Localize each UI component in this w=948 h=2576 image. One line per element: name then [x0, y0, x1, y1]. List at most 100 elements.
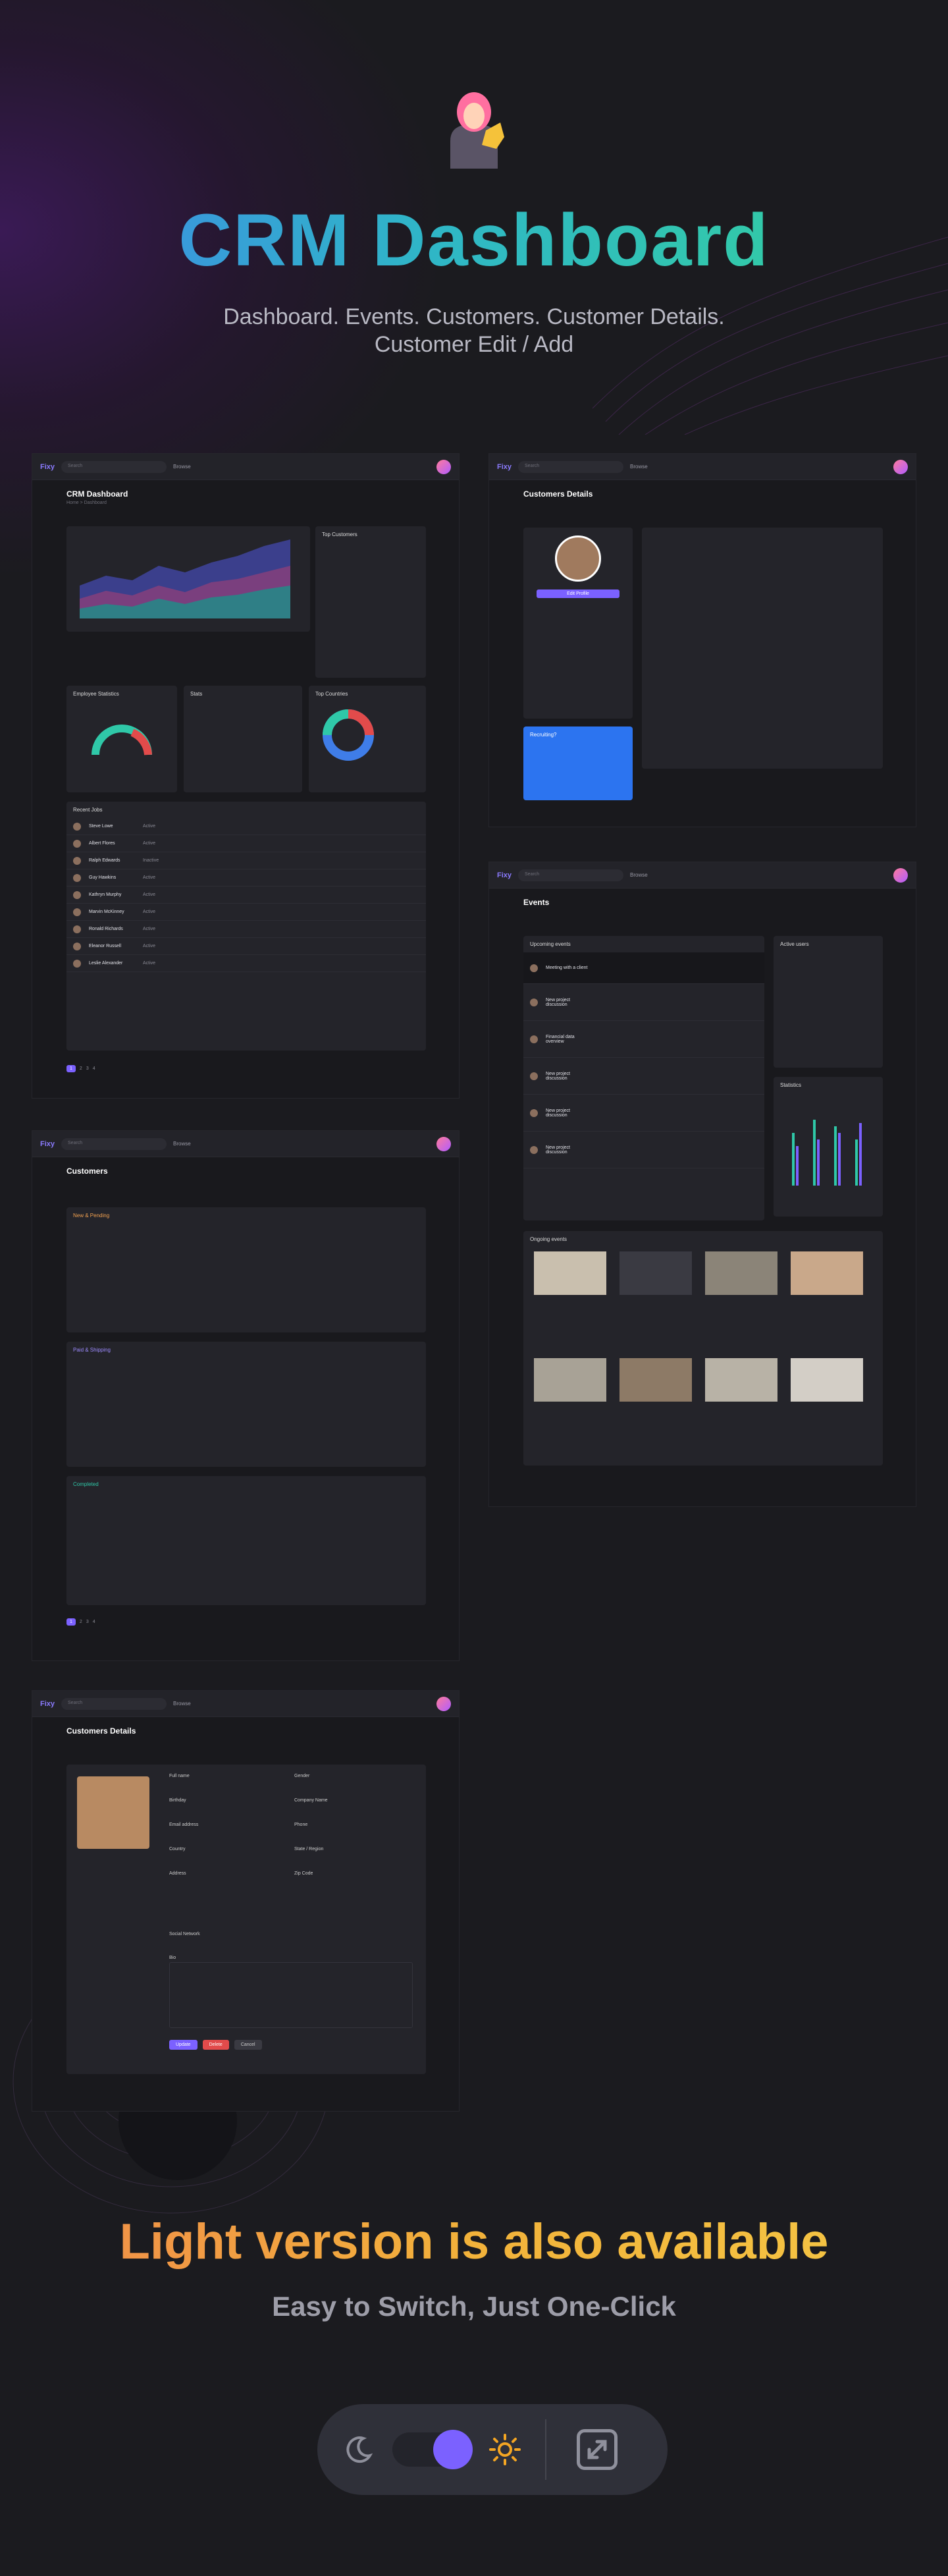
search-input[interactable]: Search [518, 460, 624, 473]
ongoing-events-panel: Ongoing events [523, 1231, 883, 1466]
stats-panel: Stats [184, 686, 302, 792]
field-label: Gender [294, 1774, 310, 1778]
breadcrumb[interactable]: Home > Dashboard [32, 499, 459, 505]
pagination[interactable]: 1234 [66, 1618, 95, 1626]
table-row[interactable]: Eleanor Russell Active [66, 938, 426, 955]
section-title: Completed [73, 1481, 99, 1487]
brand-logo[interactable]: Fixy [40, 463, 55, 471]
event-image[interactable] [619, 1358, 692, 1402]
avatar[interactable] [436, 459, 451, 474]
expand-icon[interactable] [577, 2429, 618, 2470]
hero-subtitle: Dashboard. Events. Customers. Customer D… [223, 304, 725, 357]
sun-icon[interactable] [488, 2433, 521, 2466]
section-title: Paid & Shipping [73, 1347, 111, 1353]
toggle-knob[interactable] [433, 2430, 473, 2469]
browse-button[interactable]: Browse [173, 1701, 191, 1707]
gauge-chart [92, 725, 152, 755]
section-title: New & Pending [73, 1213, 110, 1219]
field-label: Phone [294, 1822, 308, 1827]
field-label: Country [169, 1847, 186, 1851]
field-label: Zip Code [294, 1871, 313, 1876]
avatar[interactable] [436, 1136, 451, 1151]
banner-title: Recruiting? [530, 732, 557, 738]
profile-photo[interactable] [77, 1776, 149, 1849]
pagination[interactable]: 1234 [66, 1065, 95, 1072]
topbar: Fixy Search Browse [32, 1131, 459, 1157]
hero: CRM Dashboard Dashboard. Events. Custome… [0, 0, 948, 395]
event-image[interactable] [619, 1251, 692, 1295]
search-input[interactable]: Search [61, 1137, 167, 1150]
event-image[interactable] [705, 1251, 777, 1295]
delete-button[interactable]: Delete [202, 2040, 229, 2050]
field-label: Birthday [169, 1798, 186, 1803]
customer-details-screenshot: Fixy Search Browse Customers Details Edi… [488, 453, 916, 827]
event-item[interactable]: Financial data overview [523, 1021, 764, 1058]
light-version-title: Light version is also available [0, 2213, 948, 2270]
page-title: Customers Details [66, 1726, 136, 1736]
table-row[interactable]: Leslie Alexander Active [66, 955, 426, 972]
search-input[interactable]: Search [61, 460, 167, 473]
event-item[interactable]: New project discussion [523, 1058, 764, 1095]
dashboard-screenshot: Fixy Search Browse CRM Dashboard Home > … [32, 453, 460, 1099]
table-row[interactable]: Steve Lowe Active [66, 818, 426, 835]
theme-toggle[interactable] [392, 2430, 473, 2469]
panel-title: Employee Statistics [73, 691, 119, 697]
browse-button[interactable]: Browse [173, 464, 191, 470]
table-row[interactable]: Guy Hawkins Active [66, 869, 426, 887]
panel-title: Stats [190, 691, 203, 697]
upcoming-events-panel: Upcoming events Meeting with a client Ne… [523, 936, 764, 1220]
event-item[interactable]: New project discussion [523, 984, 764, 1021]
panel-title: Statistics [780, 1082, 802, 1088]
brand-logo[interactable]: Fixy [40, 1140, 55, 1148]
moon-icon[interactable] [342, 2433, 375, 2466]
page-title: CRM Dashboard [66, 489, 128, 499]
cancel-button[interactable]: Cancel [234, 2040, 262, 2050]
table-row[interactable]: Ralph Edwards Inactive [66, 852, 426, 869]
event-item[interactable]: New project discussion [523, 1132, 764, 1168]
avatar[interactable] [893, 867, 908, 883]
edit-profile-button[interactable]: Edit Profile [537, 589, 619, 598]
event-image[interactable] [791, 1251, 863, 1295]
events-screenshot: Fixy Search Browse Events Upcoming event… [488, 862, 916, 1507]
browse-button[interactable]: Browse [630, 872, 648, 878]
search-input[interactable]: Search [61, 1697, 167, 1710]
recent-jobs-panel: Recent Jobs Steve Lowe Active Albert Flor… [66, 802, 426, 1051]
field-label: Social Network [169, 1932, 200, 1936]
event-item[interactable]: Meeting with a client [523, 952, 764, 984]
area-chart [80, 539, 290, 618]
area-chart-panel [66, 526, 310, 632]
event-image[interactable] [534, 1358, 606, 1402]
avatar[interactable] [893, 459, 908, 474]
topbar: Fixy Search Browse [32, 1691, 459, 1717]
page-title: Customers [66, 1166, 108, 1176]
completed-section: Completed [66, 1476, 426, 1605]
table-row[interactable]: Kathryn Murphy Active [66, 887, 426, 904]
brand-logo[interactable]: Fixy [40, 1700, 55, 1708]
field-label: Bio [169, 1956, 176, 1960]
customer-edit-screenshot: Fixy Search Browse Customers Details Ful… [32, 1690, 460, 2112]
page-title: Events [523, 898, 550, 907]
table-row[interactable]: Ronald Richards Active [66, 921, 426, 938]
update-button[interactable]: Update [169, 2040, 198, 2050]
event-image[interactable] [705, 1358, 777, 1402]
event-image[interactable] [534, 1251, 606, 1295]
search-input[interactable]: Search [518, 869, 624, 881]
table-row[interactable]: Marvin McKinney Active [66, 904, 426, 921]
light-version-subtitle: Easy to Switch, Just One-Click [272, 2291, 676, 2322]
avatar[interactable] [436, 1696, 451, 1711]
brand-logo[interactable]: Fixy [497, 871, 512, 879]
browse-button[interactable]: Browse [173, 1141, 191, 1147]
field-label: Email address [169, 1822, 199, 1827]
theme-switcher [317, 2404, 668, 2495]
topbar: Fixy Search Browse [489, 454, 916, 480]
bio-editor[interactable] [169, 1962, 413, 2028]
edit-form-panel: Full name Gender Birthday Company Name E… [66, 1765, 426, 2074]
bar-chart [792, 1120, 862, 1186]
brand-logo[interactable]: Fixy [497, 463, 512, 471]
table-row[interactable]: Albert Flores Active [66, 835, 426, 852]
browse-button[interactable]: Browse [630, 464, 648, 470]
recruiting-banner[interactable]: Recruiting? [523, 726, 633, 800]
event-item[interactable]: New project discussion [523, 1095, 764, 1132]
event-image[interactable] [791, 1358, 863, 1402]
field-label: Full name [169, 1774, 190, 1778]
